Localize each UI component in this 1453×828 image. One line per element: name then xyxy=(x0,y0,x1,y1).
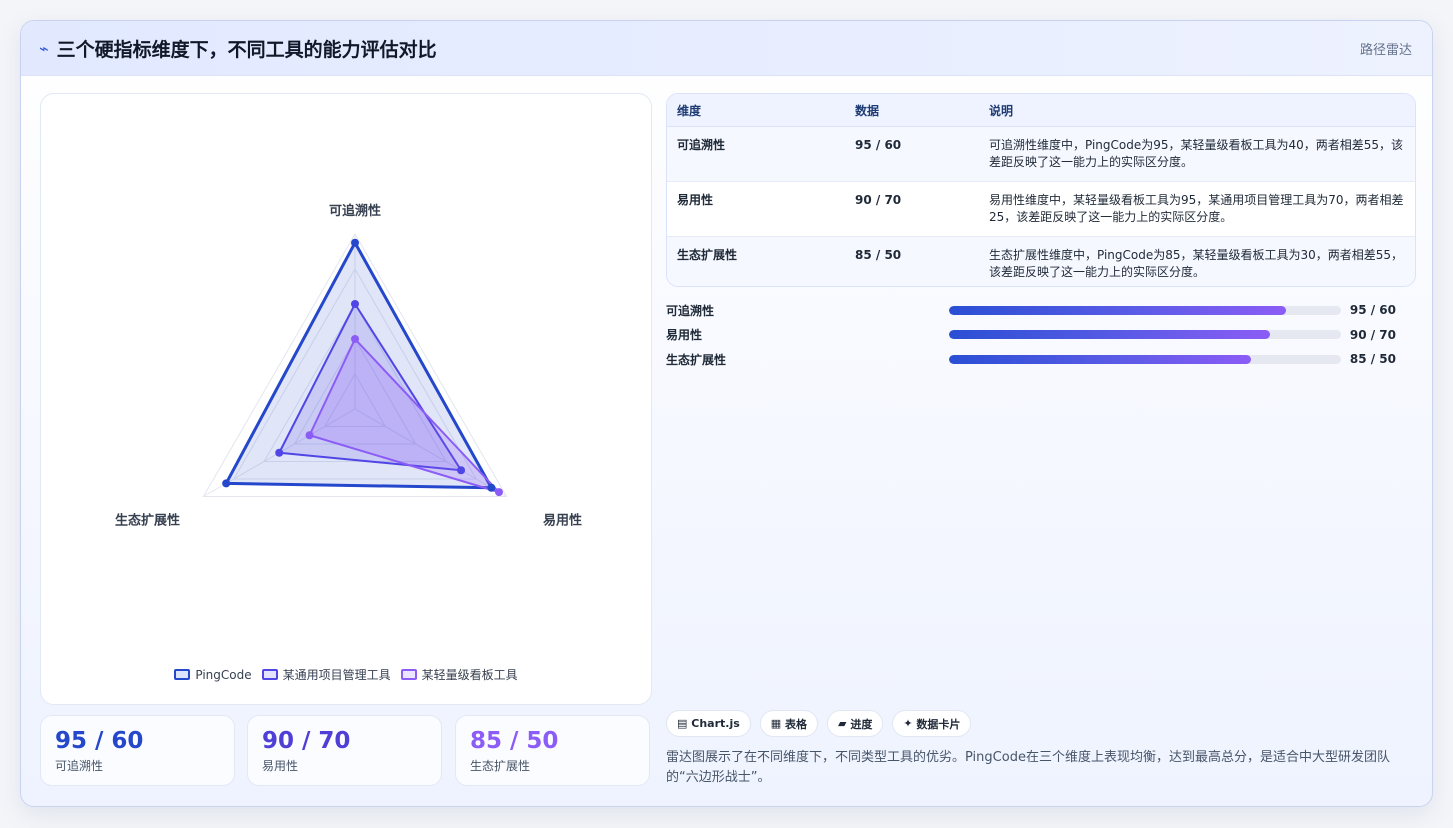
cell-data: 95 / 60 xyxy=(845,126,979,182)
axis-label: 生态扩展性 xyxy=(115,513,180,529)
table-row: 生态扩展性 85 / 50 生态扩展性维度中，PingCode为85，某轻量级看… xyxy=(667,236,1415,286)
progress-value: 95 / 60 xyxy=(1349,303,1396,318)
legend-item[interactable]: 某通用项目管理工具 xyxy=(261,666,391,683)
tech-chips: ▤ Chart.js ▦ 表格 ▰ 进度 ✦ 数据卡片 xyxy=(666,710,972,737)
data-point xyxy=(351,335,359,343)
data-table: 维度 数据 说明 可追溯性 95 / 60 可追溯性维度中，PingCode为9… xyxy=(666,93,1416,287)
progress-value: 85 / 50 xyxy=(1349,352,1396,367)
cell-data: 85 / 50 xyxy=(845,236,979,286)
chip-label: 进度 xyxy=(850,717,873,731)
chart-icon: ▤ xyxy=(677,717,688,730)
legend-item[interactable]: PingCode xyxy=(174,666,252,683)
cell-description: 生态扩展性维度中，PingCode为85，某轻量级看板工具为30，两者相差55，… xyxy=(979,236,1415,286)
card-header: ⌁ 三个硬指标维度下，不同工具的能力评估对比 路径雷达 xyxy=(21,21,1432,76)
progress-value: 90 / 70 xyxy=(1349,327,1396,342)
chip-table[interactable]: ▦ 表格 xyxy=(759,710,819,737)
data-point xyxy=(351,238,359,247)
progress-track xyxy=(948,305,1341,315)
progress-row: 易用性 90 / 70 xyxy=(666,323,1396,348)
stat-card-ecosystem: 85 / 50 生态扩展性 xyxy=(455,715,650,786)
legend-label: 某轻量级看板工具 xyxy=(421,668,518,682)
data-point xyxy=(494,488,503,497)
data-point xyxy=(487,483,496,492)
progress-bars: 可追溯性 95 / 60 易用性 90 / 70 生态扩展性 85 / 50 xyxy=(666,298,1396,372)
progress-row: 生态扩展性 85 / 50 xyxy=(666,347,1396,372)
column-header: 数据 xyxy=(845,94,979,127)
progress-label: 易用性 xyxy=(666,328,703,343)
radar-card: ⌁ 三个硬指标维度下，不同工具的能力评估对比 路径雷达 可追溯性 易用性 生态扩展性… xyxy=(20,20,1433,807)
data-point xyxy=(222,479,231,488)
progress-fill xyxy=(948,305,1286,315)
progress-label: 可追溯性 xyxy=(666,303,715,318)
legend-label: 某通用项目管理工具 xyxy=(282,668,391,682)
legend-swatch xyxy=(400,669,417,680)
cell-data: 90 / 70 xyxy=(845,181,979,237)
axis-label: 易用性 xyxy=(543,513,582,529)
chart-legend: PingCode 某通用项目管理工具 某轻量级看板工具 xyxy=(41,666,651,683)
legend-swatch xyxy=(261,669,278,680)
progress-fill xyxy=(948,330,1271,340)
chip-label: Chart.js xyxy=(691,717,740,730)
progress-track xyxy=(948,354,1341,364)
data-point xyxy=(275,448,284,457)
data-point xyxy=(305,431,314,440)
chip-progress[interactable]: ▰ 进度 xyxy=(827,710,884,737)
legend-item[interactable]: 某轻量级看板工具 xyxy=(400,666,518,683)
table-header-row: 维度 数据 说明 xyxy=(667,94,1415,127)
stat-value: 85 / 50 xyxy=(470,728,559,754)
stat-card-usability: 90 / 70 易用性 xyxy=(247,715,442,786)
progress-fill xyxy=(948,354,1251,364)
legend-swatch xyxy=(174,669,191,680)
chip-chartjs[interactable]: ▤ Chart.js xyxy=(666,710,751,737)
cell-description: 可追溯性维度中，PingCode为95，某轻量级看板工具为40，两者相差55，该… xyxy=(979,126,1415,182)
cell-dimension: 可追溯性 xyxy=(667,126,845,182)
data-point xyxy=(351,300,359,308)
data-point xyxy=(457,466,466,475)
progress-icon: ▰ xyxy=(838,717,847,730)
bolt-icon: ⌁ xyxy=(39,38,49,58)
header-tag: 路径雷达 xyxy=(1359,42,1412,58)
progress-row: 可追溯性 95 / 60 xyxy=(666,298,1396,323)
stat-value: 90 / 70 xyxy=(262,728,351,754)
column-header: 说明 xyxy=(979,94,1415,127)
sparkle-icon: ✦ xyxy=(903,717,913,730)
table-icon: ▦ xyxy=(770,717,782,730)
chip-label: 数据卡片 xyxy=(916,717,961,731)
progress-label: 生态扩展性 xyxy=(666,352,727,367)
table-row: 易用性 90 / 70 易用性维度中，某轻量级看板工具为95，某通用项目管理工具… xyxy=(667,181,1415,237)
summary-text: 雷达图展示了在不同维度下，不同类型工具的优劣。PingCode在三个维度上表现均… xyxy=(666,750,1390,785)
stat-label: 易用性 xyxy=(262,759,299,773)
progress-track xyxy=(948,330,1341,340)
radar-chart-panel: 可追溯性易用性 生态扩展性 PingCode 某通用项目管理工具 某轻量级看板工具 xyxy=(40,93,652,705)
stat-label: 生态扩展性 xyxy=(470,759,531,773)
stat-label: 可追溯性 xyxy=(55,759,104,773)
page-title: 三个硬指标维度下，不同工具的能力评估对比 xyxy=(56,38,437,61)
table-row: 可追溯性 95 / 60 可追溯性维度中，PingCode为95，某轻量级看板工… xyxy=(667,126,1415,182)
chip-label: 表格 xyxy=(785,717,808,731)
axis-label: 可追溯性 xyxy=(329,203,381,219)
stat-value: 95 / 60 xyxy=(55,728,144,754)
legend-label: PingCode xyxy=(195,667,252,682)
column-header: 维度 xyxy=(667,94,845,127)
cell-dimension: 生态扩展性 xyxy=(667,236,845,286)
chip-data-card[interactable]: ✦ 数据卡片 xyxy=(892,710,972,737)
cell-dimension: 易用性 xyxy=(667,181,845,237)
radar-chart: 可追溯性易用性 生态扩展性 xyxy=(115,203,582,529)
cell-description: 易用性维度中，某轻量级看板工具为95，某通用项目管理工具为70，两者相差25，该… xyxy=(979,181,1415,237)
stat-card-traceability: 95 / 60 可追溯性 xyxy=(40,715,235,786)
